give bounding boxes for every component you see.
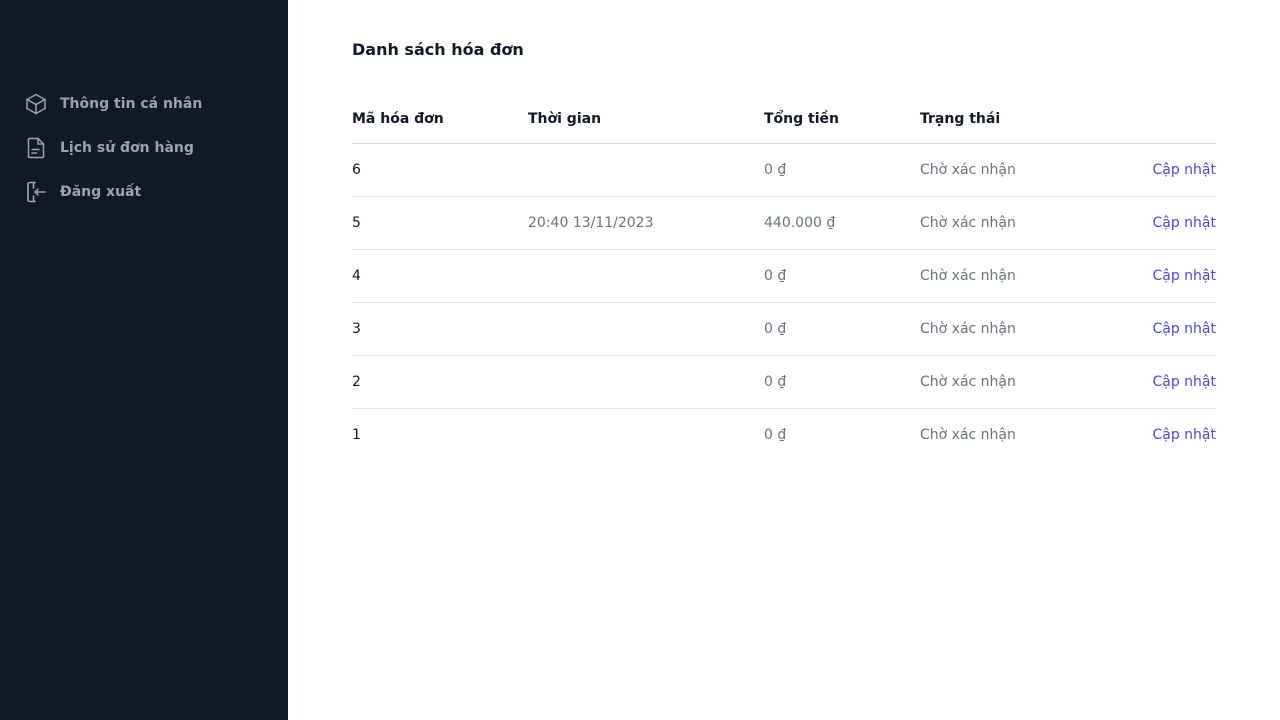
invoice-total: 0 ₫ <box>764 374 787 390</box>
sidebar-item-profile[interactable]: Thông tin cá nhân <box>24 92 264 116</box>
column-header-invoice-id: Mã hóa đơn <box>352 111 444 127</box>
table-header: Mã hóa đơn Thời gian Tổng tiền Trạng thá… <box>352 96 1216 144</box>
table-row: 4 0 ₫ Chờ xác nhận Cập nhật <box>352 250 1216 303</box>
invoice-total: 0 ₫ <box>764 162 787 178</box>
update-link[interactable]: Cập nhật <box>1152 427 1216 443</box>
table-row: 3 0 ₫ Chờ xác nhận Cập nhật <box>352 303 1216 356</box>
sidebar-item-label: Đăng xuất <box>60 184 142 200</box>
update-link[interactable]: Cập nhật <box>1152 215 1216 231</box>
column-header-time: Thời gian <box>528 111 602 127</box>
invoice-id: 2 <box>352 374 361 390</box>
invoice-table: Mã hóa đơn Thời gian Tổng tiền Trạng thá… <box>352 96 1216 462</box>
invoice-time: 20:40 13/11/2023 <box>528 215 654 231</box>
document-icon <box>24 136 48 160</box>
update-link[interactable]: Cập nhật <box>1152 162 1216 178</box>
update-link[interactable]: Cập nhật <box>1152 374 1216 390</box>
sidebar-item-label: Lịch sử đơn hàng <box>60 140 194 156</box>
table-row: 1 0 ₫ Chờ xác nhận Cập nhật <box>352 409 1216 462</box>
invoice-total: 0 ₫ <box>764 321 787 337</box>
invoice-status: Chờ xác nhận <box>920 427 1016 443</box>
invoice-total: 0 ₫ <box>764 427 787 443</box>
sidebar-item-label: Thông tin cá nhân <box>60 96 203 112</box>
update-link[interactable]: Cập nhật <box>1152 268 1216 284</box>
sidebar-item-logout[interactable]: Đăng xuất <box>24 180 264 204</box>
table-row: 6 0 ₫ Chờ xác nhận Cập nhật <box>352 144 1216 197</box>
invoice-id: 3 <box>352 321 361 337</box>
logout-icon <box>24 180 48 204</box>
invoice-total: 440.000 ₫ <box>764 215 836 231</box>
invoice-status: Chờ xác nhận <box>920 321 1016 337</box>
invoice-id: 6 <box>352 162 361 178</box>
sidebar-item-order-history[interactable]: Lịch sử đơn hàng <box>24 136 264 160</box>
invoice-status: Chờ xác nhận <box>920 268 1016 284</box>
invoice-status: Chờ xác nhận <box>920 215 1016 231</box>
invoice-status: Chờ xác nhận <box>920 374 1016 390</box>
invoice-id: 4 <box>352 268 361 284</box>
invoice-id: 1 <box>352 427 361 443</box>
column-header-total: Tổng tiền <box>764 111 839 127</box>
update-link[interactable]: Cập nhật <box>1152 321 1216 337</box>
invoice-id: 5 <box>352 215 361 231</box>
table-row: 2 0 ₫ Chờ xác nhận Cập nhật <box>352 356 1216 409</box>
page-title: Danh sách hóa đơn <box>352 40 524 59</box>
column-header-status: Trạng thái <box>920 111 1001 127</box>
invoice-total: 0 ₫ <box>764 268 787 284</box>
main-content: Danh sách hóa đơn Mã hóa đơn Thời gian T… <box>288 0 1280 720</box>
sidebar: Thông tin cá nhân Lịch sử đơn hàng Đăng … <box>0 0 288 720</box>
table-row: 5 20:40 13/11/2023 440.000 ₫ Chờ xác nhậ… <box>352 197 1216 250</box>
invoice-status: Chờ xác nhận <box>920 162 1016 178</box>
cube-icon <box>24 92 48 116</box>
